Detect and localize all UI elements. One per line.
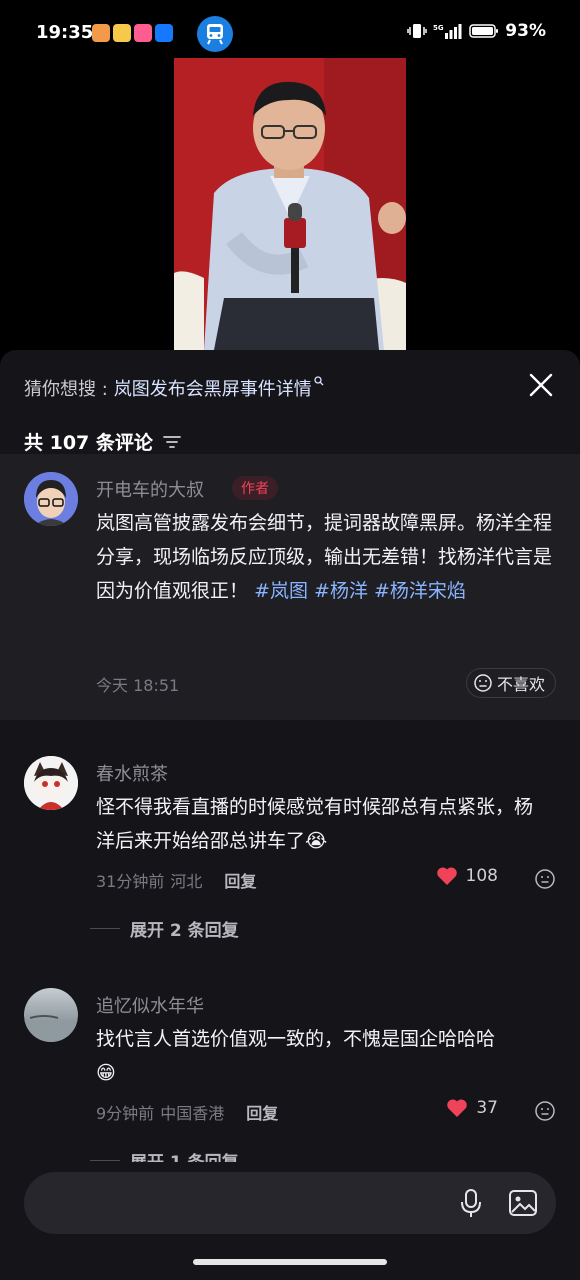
status-time: 19:35 [36, 22, 94, 43]
comment-body: 找代言人首选价值观一致的，不愧是国企哈哈哈 😁 [96, 1022, 560, 1090]
list-item[interactable]: 春水煎茶 怪不得我看直播的时候感觉有时候邵总有点紧张，杨洋后来开始给邵总讲车了😭… [0, 750, 580, 950]
divider [90, 1160, 120, 1161]
suggestion-query[interactable]: 岚图发布会黑屏事件详情 [114, 375, 312, 401]
like-count: 108 [465, 866, 498, 886]
comment-location: 中国香港 [160, 1104, 225, 1123]
suggestion-prefix: 猜你想搜 : [24, 379, 108, 400]
search-icon [314, 375, 324, 389]
comment-meta: 31分钟前 河北 回复 [96, 868, 256, 892]
reply-button[interactable]: 回复 [246, 1100, 278, 1124]
alipay-icon [155, 24, 173, 42]
commenter-name[interactable]: 开电车的大叔 [96, 476, 204, 502]
comment-input[interactable] [46, 1188, 426, 1218]
comment-meta: 9分钟前 中国香港 回复 [96, 1100, 278, 1124]
hashtag[interactable]: #杨洋宋焰 [374, 580, 466, 602]
weibo-icon [113, 24, 131, 42]
comment-time: 31分钟前 [96, 872, 165, 891]
heart-icon [447, 1099, 468, 1117]
video-player[interactable] [174, 58, 406, 350]
expand-label[interactable]: 展开 2 条回复 [130, 916, 239, 941]
search-suggestion[interactable]: 猜你想搜 : 岚图发布会黑屏事件详情 [24, 374, 556, 402]
comment-time: 9分钟前 [96, 1104, 155, 1123]
close-button[interactable] [528, 372, 554, 398]
hashtag[interactable]: #杨洋 [314, 580, 368, 602]
svg-text:5G: 5G [433, 24, 444, 32]
divider [90, 928, 120, 929]
comment-sheet: 猜你想搜 : 岚图发布会黑屏事件详情 共 107 条评论 开电车的大叔 作者 岚… [0, 350, 580, 1280]
emoji: 😭 [305, 830, 328, 852]
status-bar: 19:35 5G 93% [0, 0, 580, 66]
metro-icon[interactable] [197, 16, 233, 52]
wallet-icon [92, 24, 110, 42]
hashtag[interactable]: #岚图 [254, 580, 308, 602]
meh-face-icon[interactable] [534, 1100, 556, 1122]
image-button[interactable] [508, 1188, 538, 1222]
author-comment[interactable]: 开电车的大叔 作者 岚图高管披露发布会细节，提词器故障黑屏。杨洋全程分享，现场临… [0, 454, 580, 720]
notification-icons [92, 24, 173, 42]
comment-body: 怪不得我看直播的时候感觉有时候邵总有点紧张，杨洋后来开始给邵总讲车了😭 [96, 790, 536, 858]
commenter-name[interactable]: 追忆似水年华 [96, 992, 204, 1018]
system-status: 5G 93% [407, 21, 546, 41]
comment-count-row: 共 107 条评论 [24, 428, 181, 455]
microphone-icon [461, 1189, 481, 1217]
emoji: 😁 [96, 1062, 116, 1084]
like-button[interactable]: 37 [446, 1098, 498, 1118]
close-icon [529, 373, 553, 397]
expand-replies[interactable]: 展开 2 条回复 [90, 916, 239, 941]
sort-icon[interactable] [162, 435, 181, 449]
heart-icon [436, 867, 457, 885]
meh-face-icon[interactable] [534, 868, 556, 890]
comment-time: 今天 18:51 [96, 676, 180, 695]
comment-location: 河北 [170, 872, 203, 891]
vibrate-icon [407, 24, 428, 38]
voice-button[interactable] [458, 1188, 484, 1222]
dislike-label: 不喜欢 [496, 675, 545, 694]
comment-meta: 今天 18:51 [96, 672, 179, 696]
like-button[interactable]: 108 [436, 866, 498, 886]
signal-icon: 5G [433, 24, 462, 39]
meh-face-icon [474, 674, 492, 692]
home-indicator[interactable] [193, 1259, 387, 1265]
list-item[interactable]: 追忆似水年华 找代言人首选价值观一致的，不愧是国企哈哈哈 😁 9分钟前 中国香港 … [0, 982, 580, 1173]
taobao-icon [134, 24, 152, 42]
avatar[interactable] [24, 756, 78, 810]
like-count: 37 [476, 1098, 498, 1118]
avatar[interactable] [24, 988, 78, 1042]
speaker-video-frame [174, 58, 406, 350]
comment-text: 找代言人首选价值观一致的，不愧是国企哈哈哈 [96, 1028, 496, 1050]
commenter-name[interactable]: 春水煎茶 [96, 760, 168, 786]
avatar[interactable] [24, 472, 78, 526]
comment-input-box[interactable] [24, 1172, 556, 1234]
dislike-button[interactable]: 不喜欢 [465, 668, 556, 698]
image-icon [509, 1190, 537, 1216]
author-badge: 作者 [232, 476, 278, 500]
battery-percent: 93% [505, 21, 546, 41]
reply-button[interactable]: 回复 [224, 868, 256, 892]
comment-body: 岚图高管披露发布会细节，提词器故障黑屏。杨洋全程分享，现场临场反应顶级，输出无差… [96, 506, 560, 608]
comment-count: 共 107 条评论 [24, 432, 153, 454]
battery-icon [469, 24, 499, 38]
